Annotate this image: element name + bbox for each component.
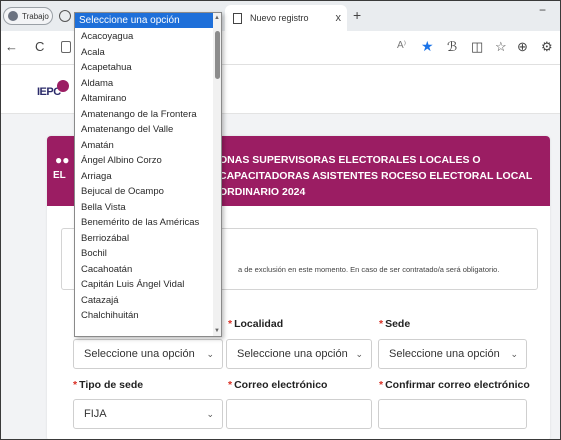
dropdown-option[interactable]: Acacoyagua [75, 29, 213, 45]
banner-title: ONAS SUPERVISORAS ELECTORALES LOCALES O … [219, 154, 533, 198]
dropdown-scrollbar[interactable]: ▲ ▼ [213, 13, 221, 336]
scroll-down-icon[interactable]: ▼ [214, 328, 220, 334]
read-aloud-icon[interactable]: A⁾ [397, 40, 406, 51]
dropdown-option[interactable]: Arriaga [75, 169, 213, 185]
tipo-sede-select[interactable]: FIJA ⌄ [73, 399, 223, 429]
tab-nuevo-registro[interactable]: Nuevo registro x [225, 5, 347, 31]
favorites-icon[interactable]: ☆ [495, 39, 507, 55]
dropdown-option[interactable]: Berriozábal [75, 231, 213, 247]
municipio-select[interactable]: Seleccione una opción ⌄ [73, 339, 223, 369]
new-tab-button[interactable]: + [353, 7, 361, 23]
tipo-sede-label: * Tipo de sede [73, 379, 144, 391]
dropdown-option[interactable]: Catazajá [75, 293, 213, 309]
confirmar-correo-label: * Confirmar correo electrónico [379, 379, 530, 391]
dropdown-option[interactable]: Acapetahua [75, 60, 213, 76]
refresh-icon[interactable]: C [35, 39, 44, 54]
dropdown-option[interactable]: Amatenango del Valle [75, 122, 213, 138]
back-icon[interactable]: ← [5, 39, 18, 54]
sede-select[interactable]: Seleccione una opción ⌄ [378, 339, 527, 369]
chevron-down-icon: ⌄ [355, 348, 363, 359]
document-icon [233, 12, 242, 24]
localidad-label: * Localidad [228, 318, 284, 330]
collections-icon[interactable]: ⊕ [517, 39, 528, 55]
split-screen-icon[interactable]: ◫ [471, 39, 483, 55]
profile-button[interactable]: Trabajo [3, 7, 53, 25]
chevron-down-icon: ⌄ [510, 348, 518, 359]
dropdown-option[interactable]: Amatán [75, 138, 213, 154]
logo-mark-icon [57, 80, 69, 92]
sede-label: * Sede [379, 318, 411, 330]
settings-icon[interactable]: ⚙ [541, 39, 553, 55]
dropdown-option[interactable]: Altamirano [75, 91, 213, 107]
banner-left-text: EL [53, 170, 66, 181]
scrollbar-thumb[interactable] [215, 31, 220, 79]
extension-icon[interactable]: ℬ [447, 39, 457, 55]
dropdown-option[interactable]: Amatenango de la Frontera [75, 107, 213, 123]
confirm-email-field[interactable] [378, 399, 527, 429]
dropdown-option[interactable]: Bochil [75, 246, 213, 262]
info-text: a de exclusión en este momento. En caso … [238, 265, 500, 274]
favorite-star-icon[interactable]: ★ [421, 38, 434, 55]
chevron-down-icon: ⌄ [206, 348, 214, 359]
dropdown-option[interactable]: Bella Vista [75, 200, 213, 216]
municipio-dropdown-list[interactable]: Seleccione una opción Acacoyagua Acala Aca… [74, 12, 222, 337]
dropdown-option[interactable]: Ángel Albino Corzo [75, 153, 213, 169]
scroll-up-icon[interactable]: ▲ [214, 15, 220, 21]
users-icon: ●● [55, 153, 70, 167]
dropdown-option[interactable]: Capitán Luis Ángel Vidal [75, 277, 213, 293]
email-field[interactable] [226, 399, 372, 429]
dropdown-option[interactable]: Acala [75, 45, 213, 61]
profile-label: Trabajo [22, 11, 49, 21]
dropdown-options: Acacoyagua Acala Acapetahua Aldama Altamiran… [75, 29, 213, 324]
browser-window: Trabajo Nuevo registro x + − ← C A⁾ ★ ℬ … [0, 0, 561, 440]
tab-title: Nuevo registro [250, 13, 309, 23]
localidad-select[interactable]: Seleccione una opción ⌄ [226, 339, 372, 369]
profile-icon [8, 11, 18, 21]
close-tab-icon[interactable]: x [336, 12, 342, 24]
dropdown-option[interactable]: Aldama [75, 76, 213, 92]
dropdown-selected-option[interactable]: Seleccione una opción [75, 13, 221, 28]
dropdown-option[interactable]: Benemérito de las Américas [75, 215, 213, 231]
correo-label: * Correo electrónico [228, 379, 328, 391]
chevron-down-icon: ⌄ [206, 408, 214, 419]
dropdown-option[interactable]: Bejucal de Ocampo [75, 184, 213, 200]
dropdown-option[interactable]: Chalchihuitán [75, 308, 213, 324]
dropdown-option[interactable]: Cacahoatán [75, 262, 213, 278]
minimize-button[interactable]: − [539, 3, 546, 17]
tab-favicon-icon[interactable] [59, 10, 71, 22]
lock-icon [61, 41, 71, 53]
